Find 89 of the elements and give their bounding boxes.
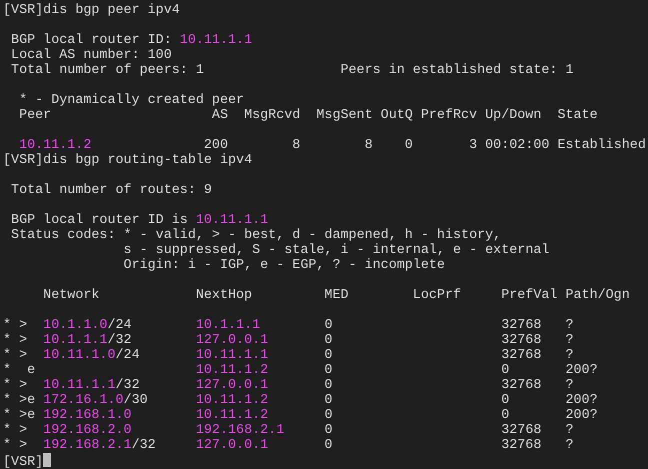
status-code: * >: [3, 318, 28, 333]
table-cell: 0: [501, 363, 510, 378]
table-cell: ?: [565, 333, 574, 348]
output-line: BGP local router ID is 10.11.1.1: [11, 213, 268, 228]
output-line: * - Dynamically created peer: [19, 93, 244, 108]
table-cell: 10.1.1.0/24: [43, 318, 132, 333]
column-header: AS: [212, 108, 228, 123]
table-cell: 192.168.2.1: [196, 423, 284, 438]
column-header: State: [557, 108, 598, 123]
table-cell: 32768: [501, 348, 542, 363]
table-cell: 10.11.1.1: [196, 348, 268, 363]
table-cell: 0: [501, 393, 510, 408]
status-code: * >: [3, 348, 28, 363]
command-line: [VSR]dis bgp peer ipv4: [3, 3, 180, 18]
table-cell: 200?: [566, 408, 598, 423]
table-cell: 127.0.0.1: [196, 438, 268, 453]
legend-line: Origin: i - IGP, e - EGP, ? - incomplete: [124, 258, 445, 273]
column-header: MsgSent: [316, 108, 373, 123]
table-cell: 127.0.0.1: [196, 378, 268, 393]
table-cell: ?: [566, 318, 574, 333]
column-header: OutQ: [380, 108, 413, 123]
table-cell: 32768: [501, 318, 542, 333]
table-cell: ?: [566, 423, 574, 438]
legend-line: s - suppressed, S - stale, i - internal, e - external: [124, 243, 550, 258]
column-header: Up/Down: [485, 108, 542, 123]
output-line: Peers in established state: 1: [340, 63, 574, 78]
table-cell: 0: [404, 138, 413, 153]
table-cell: 10.11.1.1/32: [43, 378, 140, 393]
table-cell: ?: [565, 348, 574, 363]
table-cell: 0: [324, 408, 332, 423]
column-header: MsgRcvd: [244, 108, 300, 123]
legend-line: * - valid, > - best, d - dampened, h - history,: [124, 228, 502, 243]
table-cell: 0: [324, 393, 332, 408]
table-cell: 200: [204, 138, 228, 153]
table-cell: 0: [324, 378, 332, 393]
table-cell: 32768: [501, 333, 542, 348]
table-cell: 192.168.1.0: [43, 408, 132, 423]
table-cell: ?: [565, 438, 574, 453]
column-header: Peer: [19, 108, 52, 123]
table-cell: 0: [324, 318, 332, 333]
table-cell: 10.1.1.1: [196, 318, 260, 333]
table-cell: 0: [324, 333, 332, 348]
table-cell: 32768: [501, 423, 542, 438]
table-cell: 0: [324, 438, 332, 453]
table-cell: 10.11.1.0/24: [43, 348, 140, 363]
table-cell: 192.168.2.1/32: [43, 438, 156, 453]
status-code: * >: [3, 438, 28, 453]
table-cell: ?: [565, 378, 574, 393]
table-cell: 8: [292, 138, 300, 153]
table-cell: 0: [324, 348, 332, 363]
status-code: * >e: [3, 408, 36, 423]
table-cell: 10.11.1.2: [196, 393, 268, 408]
table-cell: 32768: [501, 438, 542, 453]
table-cell: 0: [324, 423, 332, 438]
command-line: [VSR]: [3, 455, 44, 469]
output-line: BGP local router ID: 10.11.1.1: [11, 33, 252, 48]
table-cell: Established: [557, 138, 646, 153]
column-header: Network: [43, 288, 100, 303]
command-line: [VSR]dis bgp routing-table ipv4: [3, 153, 252, 168]
table-cell: 10.11.1.2: [196, 363, 268, 378]
table-cell: 192.168.2.0: [43, 423, 132, 438]
status-code: * >: [3, 333, 28, 348]
status-code: * >: [3, 423, 28, 438]
column-header: NextHop: [196, 288, 252, 303]
table-cell: 200?: [565, 393, 598, 408]
table-cell: 32768: [501, 378, 542, 393]
table-cell: 200?: [565, 363, 598, 378]
table-cell: 8: [364, 138, 373, 153]
table-cell: 172.16.1.0/30: [43, 393, 148, 408]
status-code: * e: [3, 363, 36, 378]
output-line: Total number of peers: 1: [11, 63, 204, 78]
table-cell: 00:02:00: [485, 138, 550, 153]
table-cell: 3: [469, 138, 478, 153]
status-code: * >: [3, 378, 28, 393]
status-code: * >e: [3, 393, 36, 408]
table-cell: 10.11.1.2: [196, 408, 268, 423]
table-cell: 0: [324, 363, 332, 378]
legend-label: Status codes:: [11, 228, 116, 243]
column-header: Path/Ogn: [565, 288, 630, 303]
table-cell: 0: [501, 408, 510, 423]
column-header: LocPrf: [412, 288, 462, 303]
column-header: MED: [324, 288, 349, 303]
table-cell: 127.0.0.1: [196, 333, 268, 348]
output-line: Total number of routes: 9: [11, 183, 212, 198]
table-cell: 10.1.1.1/32: [43, 333, 132, 348]
output-line: Local AS number: 100: [11, 48, 172, 63]
table-cell: 10.11.1.2: [19, 138, 92, 153]
column-header: PrefRcv: [420, 108, 478, 123]
column-header: PrefVal: [501, 288, 558, 303]
